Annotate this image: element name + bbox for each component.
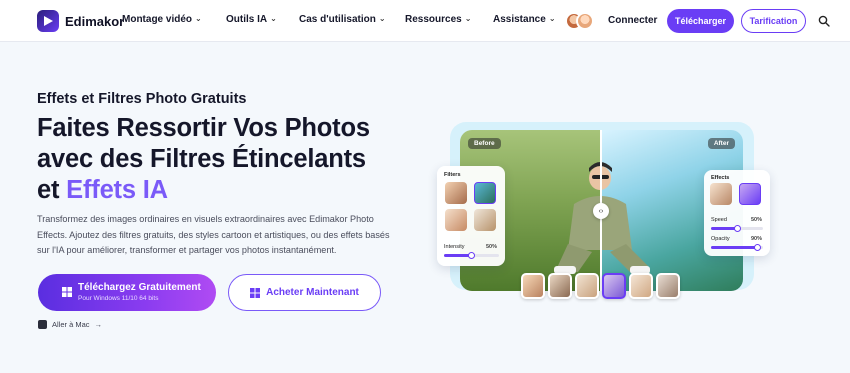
intensity-label: Intensity — [444, 244, 465, 250]
chevron-down-icon: ⌄ — [464, 14, 472, 23]
download-free-button[interactable]: Téléchargez Gratuitement Pour Windows 11… — [38, 274, 216, 311]
hero-eyebrow: Effets et Filtres Photo Gratuits — [37, 91, 247, 107]
opacity-knob[interactable] — [754, 244, 762, 251]
nav-item-label: Cas d'utilisation — [299, 14, 376, 25]
nav-item-cas-utilisation[interactable]: Cas d'utilisation ⌄ — [299, 14, 386, 25]
style-thumbnail[interactable] — [656, 273, 680, 299]
style-thumbnail[interactable] — [629, 273, 653, 299]
style-thumbnails — [521, 273, 683, 301]
avatar — [576, 12, 594, 30]
opacity-label: Opacity — [711, 236, 730, 242]
filter-thumbnail[interactable] — [445, 209, 467, 231]
windows-icon — [62, 287, 72, 297]
style-thumbnail[interactable] — [602, 273, 626, 299]
mac-icon — [38, 320, 47, 329]
headline-prefix: et — [37, 176, 67, 204]
effects-panel: Effects Speed 50% Opacity 90% — [704, 170, 770, 256]
speed-value: 50% — [751, 217, 763, 223]
edimakor-logo-icon — [37, 10, 59, 32]
nav-item-label: Outils IA — [226, 14, 268, 25]
nav-item-ressources[interactable]: Ressources ⌄ — [405, 14, 471, 25]
effect-thumbnail[interactable] — [739, 183, 761, 205]
nav-item-label: Assistance — [493, 14, 546, 25]
search-icon[interactable] — [818, 15, 830, 27]
chevron-down-icon: ⌄ — [270, 14, 277, 23]
nav-item-assistance[interactable]: Assistance ⌄ — [493, 14, 556, 25]
speed-slider[interactable] — [711, 225, 763, 232]
filter-thumbnail[interactable] — [474, 182, 496, 204]
opacity-fill — [711, 246, 758, 249]
mac-link-label: Aller à Mac — [52, 320, 90, 329]
chevron-down-icon: ⌄ — [378, 14, 386, 23]
intensity-knob[interactable] — [468, 252, 475, 259]
download-free-sublabel: Pour Windows 11/10 64 bits — [78, 295, 159, 302]
speed-knob[interactable] — [733, 225, 741, 232]
compare-slider-handle[interactable]: ‹› — [593, 203, 609, 219]
download-free-label: Téléchargez Gratuitement — [78, 282, 201, 293]
nav-item-label: Montage vidéo — [122, 14, 193, 25]
after-badge: After — [707, 138, 735, 149]
style-thumbnail[interactable] — [548, 273, 572, 299]
hero-description: Transformez des images ordinaires en vis… — [37, 214, 390, 255]
nav-item-label: Ressources — [405, 14, 462, 25]
windows-icon — [250, 287, 261, 298]
hero-headline: Faites Ressortir Vos Photos avec des Fil… — [37, 113, 417, 206]
buy-now-button[interactable]: Acheter Maintenant — [228, 274, 381, 311]
before-badge: Before — [468, 138, 501, 149]
chevron-down-icon: ⌄ — [195, 14, 202, 23]
headline-line: et Effets IA — [37, 175, 417, 206]
intensity-slider[interactable] — [444, 252, 499, 259]
style-thumbnail[interactable] — [575, 273, 599, 299]
headline-line: avec des Filtres Étincelants — [37, 145, 366, 173]
brand-logo[interactable]: Edimakor — [37, 10, 124, 32]
effect-thumbnail[interactable] — [710, 183, 732, 205]
filters-title: Filters — [444, 172, 461, 178]
top-navigation: Edimakor Montage vidéo ⌄ Outils IA ⌄ Cas… — [0, 0, 850, 42]
pricing-button[interactable]: Tarification — [741, 9, 806, 33]
brand-name: Edimakor — [65, 13, 125, 29]
style-thumbnail[interactable] — [521, 273, 545, 299]
effects-title: Effects — [711, 175, 730, 181]
connect-link[interactable]: Connecter — [608, 15, 657, 26]
user-avatars[interactable] — [565, 9, 595, 33]
speed-label: Speed — [711, 217, 727, 223]
nav-item-outils-ia[interactable]: Outils IA ⌄ — [226, 14, 277, 25]
buy-now-label: Acheter Maintenant — [266, 287, 359, 298]
filter-thumbnail[interactable] — [474, 209, 496, 231]
arrow-right-icon: → — [94, 320, 103, 329]
opacity-slider[interactable] — [711, 244, 763, 251]
download-button[interactable]: Télécharger — [667, 9, 734, 33]
opacity-value: 90% — [751, 236, 763, 242]
filter-thumbnail[interactable] — [445, 182, 467, 204]
nav-item-montage-video[interactable]: Montage vidéo ⌄ — [122, 14, 202, 25]
headline-accent: Effets IA — [66, 176, 168, 204]
chevron-down-icon: ⌄ — [548, 14, 556, 23]
filters-panel: Filters Intensity 50% — [437, 166, 505, 266]
intensity-value: 50% — [486, 244, 498, 250]
headline-line: Faites Ressortir Vos Photos — [37, 114, 370, 142]
go-to-mac-link[interactable]: Aller à Mac → — [38, 320, 102, 329]
